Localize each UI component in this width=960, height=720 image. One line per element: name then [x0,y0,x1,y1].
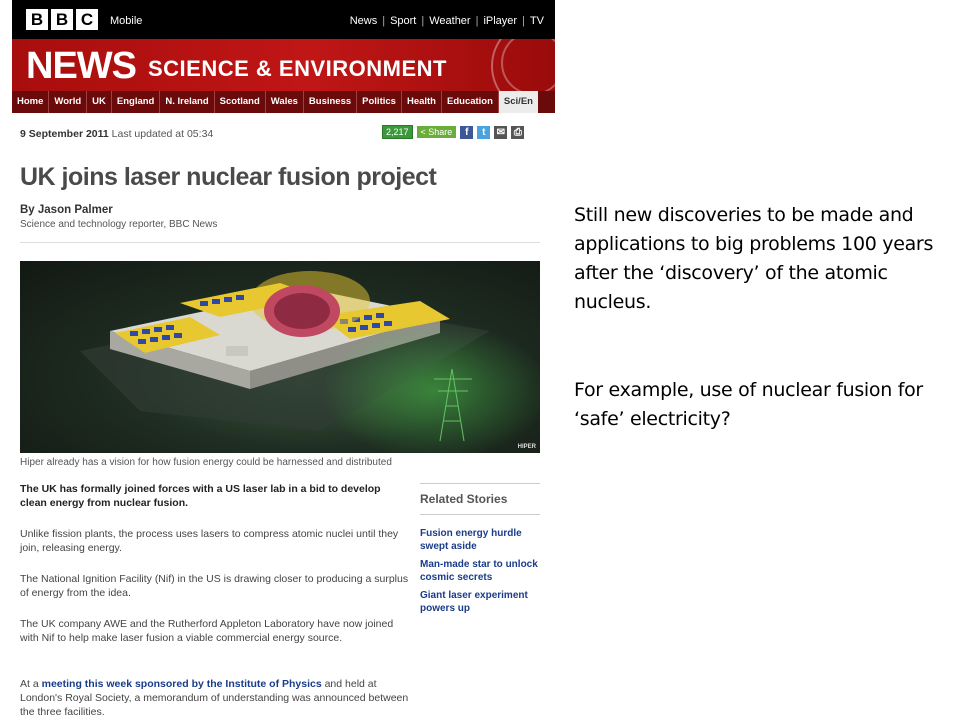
article-dateline: 9 September 2011 Last updated at 05:34 [20,128,213,140]
section-nav-business[interactable]: Business [304,91,358,113]
iop-meeting-link[interactable]: meeting this week sponsored by the Insti… [42,678,322,690]
section-nav-world[interactable]: World [49,91,88,113]
divider [20,242,540,243]
related-story-link[interactable]: Fusion energy hurdle swept aside [420,527,540,553]
section-nav-scotland[interactable]: Scotland [215,91,266,113]
slide-paragraph: Still new discoveries to be made and app… [574,204,934,313]
fusion-plant-image: HIPER [20,261,540,453]
related-story-link[interactable]: Man-made star to unlock cosmic secrets [420,558,540,584]
section-banner: NEWS SCIENCE & ENVIRONMENT [12,39,555,91]
top-nav: News | Sport | Weather | iPlayer | TV [345,15,549,27]
article-headline: UK joins laser nuclear fusion project [20,163,437,191]
section-nav-wales[interactable]: Wales [266,91,304,113]
article-lead: The UK has formally joined forces with a… [20,483,381,509]
image-caption: Hiper already has a vision for how fusio… [20,457,392,468]
top-nav-news[interactable]: News [345,15,383,27]
top-nav-iplayer[interactable]: iPlayer [478,15,522,27]
article-paragraph: Unlike fission plants, the process uses … [20,528,399,554]
top-nav-tv[interactable]: TV [525,15,549,27]
share-button[interactable]: < Share [416,126,457,138]
article-paragraph: At a meeting this week sponsored by the … [20,677,412,719]
banner-decoration [501,39,555,91]
twitter-icon[interactable]: t [477,125,491,139]
mobile-link[interactable]: Mobile [110,15,142,27]
bbc-logo[interactable]: B B C [26,9,98,30]
section-nav-uk[interactable]: UK [87,91,112,113]
article-updated: Last updated at 05:34 [111,128,214,140]
article-paragraph: The National Ignition Facility (Nif) in … [20,573,409,599]
section-nav-sci-env[interactable]: Sci/En [498,91,538,113]
article-author-role: Science and technology reporter, BBC New… [20,219,218,230]
related-story-link[interactable]: Giant laser experiment powers up [420,589,540,615]
banner-section-title: SCIENCE & ENVIRONMENT [148,56,447,81]
article-paragraph: The UK company AWE and the Rutherford Ap… [20,618,394,644]
email-icon[interactable]: ✉ [494,125,508,139]
related-stories-title: Related Stories [420,484,540,515]
related-stories: Related Stories Fusion energy hurdle swe… [420,483,540,615]
banner-news-title[interactable]: NEWS [26,45,137,88]
section-nav-education[interactable]: Education [442,91,499,113]
bbc-logo-letter: B [26,9,48,30]
paragraph-text: At a [20,678,42,690]
bbc-logo-letter: C [76,9,98,30]
slide-paragraph: For example, use of nuclear fusion for ‘… [574,379,923,430]
share-count: 2,217 [382,125,413,139]
bbc-top-bar: B B C Mobile News | Sport | Weather | iPlay… [12,0,555,39]
share-bar: 2,217 < Share f t ✉ ⎙ [382,125,525,139]
section-nav-n-ireland[interactable]: N. Ireland [160,91,215,113]
top-nav-sport[interactable]: Sport [385,15,421,27]
article-author: By Jason Palmer [20,204,113,216]
news-article-screenshot: B B C Mobile News | Sport | Weather | iPlay… [12,0,555,720]
image-glow [320,321,540,453]
section-nav-england[interactable]: England [112,91,161,113]
print-icon[interactable]: ⎙ [511,125,525,139]
facebook-icon[interactable]: f [460,125,474,139]
section-nav-politics[interactable]: Politics [357,91,402,113]
article-date: 9 September 2011 [20,128,109,140]
image-credit: HIPER [517,444,536,450]
section-nav-health[interactable]: Health [402,91,442,113]
share-label: Share [428,127,453,137]
section-nav: Home World UK England N. Ireland Scotlan… [12,91,555,113]
top-nav-weather[interactable]: Weather [424,15,475,27]
bbc-logo-letter: B [51,9,73,30]
section-nav-home[interactable]: Home [12,91,50,113]
slide-text: Still new discoveries to be made and app… [574,201,954,434]
